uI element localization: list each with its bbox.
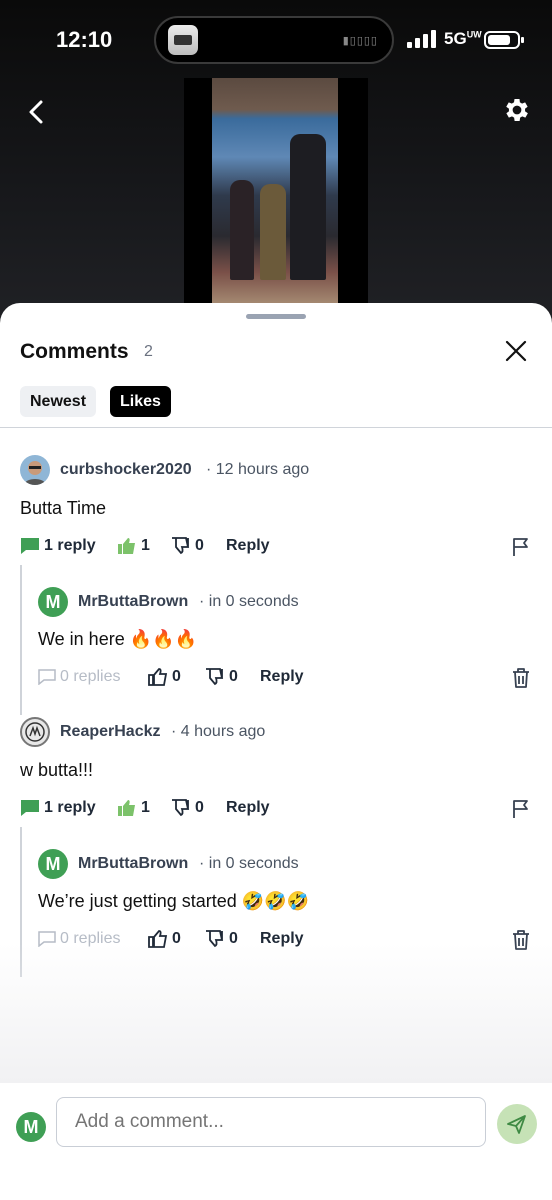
replies-toggle[interactable]: 1 reply (20, 799, 96, 817)
comment-bubble-icon (21, 538, 39, 554)
like-count: 0 (172, 668, 181, 685)
send-button[interactable] (497, 1104, 537, 1144)
battery-icon (484, 31, 524, 49)
video-figure (230, 180, 254, 280)
comment-time: · 12 hours ago (206, 461, 310, 478)
reply-time: · in 0 seconds (199, 855, 299, 872)
chevron-left-icon (29, 100, 43, 124)
comment-text: Butta Time (20, 498, 107, 518)
close-icon (505, 340, 527, 362)
island-app-icon (168, 25, 198, 55)
flag-icon (513, 800, 528, 818)
dislike-button[interactable]: 0 (171, 799, 204, 817)
divider (0, 427, 552, 428)
status-time: 12:10 (56, 27, 113, 52)
comments-sheet: Comments 2 Newest Likes curbshocker2020 … (0, 303, 552, 1200)
reply-time: · in 0 seconds (199, 593, 299, 610)
dislike-count: 0 (195, 537, 204, 554)
trash-icon (513, 668, 529, 688)
delete-button[interactable] (511, 667, 531, 694)
settings-button[interactable] (502, 95, 532, 125)
comment-time: · 4 hours ago (171, 723, 266, 740)
comment-input[interactable] (56, 1097, 486, 1147)
thumbs-up-icon (118, 538, 135, 554)
reply-button[interactable]: Reply (226, 537, 270, 555)
island-activity-icon: ▮▯▯▯▯ (342, 35, 378, 47)
reply-author[interactable]: MrButtaBrown (78, 593, 188, 611)
comment-bubble-icon (38, 669, 56, 685)
dynamic-island: ▮▯▯▯▯ (154, 16, 394, 64)
close-button[interactable] (503, 338, 529, 364)
video-figure (260, 184, 286, 280)
drag-handle[interactable] (246, 314, 306, 319)
like-button[interactable]: 0 (148, 668, 181, 686)
like-button[interactable]: 1 (117, 799, 150, 817)
reply-button[interactable]: Reply (260, 668, 304, 686)
avatar[interactable]: M (38, 587, 68, 617)
user-avatar-icon (24, 461, 46, 485)
avatar: M (16, 1112, 46, 1142)
comment-count: 2 (144, 343, 153, 360)
replies-toggle[interactable]: 0 replies (38, 668, 120, 686)
like-count: 1 (141, 537, 150, 554)
video-player[interactable] (184, 78, 368, 304)
reply-button[interactable]: Reply (226, 799, 270, 817)
thumbs-down-icon (172, 537, 190, 555)
avatar[interactable] (20, 717, 50, 747)
replies-toggle[interactable]: 1 reply (20, 537, 96, 555)
tab-likes[interactable]: Likes (110, 386, 171, 417)
tab-newest[interactable]: Newest (20, 386, 97, 417)
scroll-fade (0, 943, 552, 1083)
gear-icon (506, 99, 528, 121)
replies-label: 1 reply (44, 537, 96, 554)
comment-author[interactable]: curbshocker2020 (60, 461, 192, 479)
dislike-button[interactable]: 0 (205, 668, 238, 686)
dislike-count: 0 (195, 799, 204, 816)
comment-text: w butta!!! (20, 760, 94, 780)
reply-author[interactable]: MrButtaBrown (78, 855, 188, 873)
comment-bubble-icon (21, 800, 39, 816)
dislike-button[interactable]: 0 (171, 537, 204, 555)
report-button[interactable] (511, 799, 531, 824)
reaper-logo-icon (25, 722, 45, 742)
send-icon (507, 1115, 526, 1134)
network-label: 5GUW (444, 29, 482, 48)
report-button[interactable] (511, 537, 531, 562)
avatar[interactable]: M (38, 849, 68, 879)
replies-label: 0 replies (60, 668, 121, 685)
like-button[interactable]: 1 (117, 537, 150, 555)
video-frame (212, 78, 338, 304)
thumbs-down-icon (172, 799, 190, 817)
video-header: 12:10 ▮▯▯▯▯ 5GUW (0, 0, 552, 320)
video-figure (290, 134, 326, 280)
flag-icon (513, 538, 528, 556)
sheet-title: Comments (20, 340, 129, 363)
dislike-count: 0 (229, 668, 238, 685)
reply-text: We’re just getting started 🤣🤣🤣 (38, 891, 310, 911)
thumbs-down-icon (206, 668, 224, 686)
reply-thread-line (20, 565, 22, 715)
signal-icon (407, 30, 437, 48)
thumbs-up-icon (118, 800, 135, 816)
replies-label: 1 reply (44, 799, 96, 816)
comment-author[interactable]: ReaperHackz (60, 723, 161, 741)
avatar[interactable] (20, 455, 50, 485)
reply-text: We in here 🔥🔥🔥 (38, 629, 197, 649)
comment-composer: M (0, 1085, 552, 1200)
like-count: 1 (141, 799, 150, 816)
back-button[interactable] (22, 96, 52, 128)
comment: curbshocker2020 · 12 hours ago Butta Tim… (0, 453, 552, 733)
thumbs-up-icon (148, 668, 168, 686)
